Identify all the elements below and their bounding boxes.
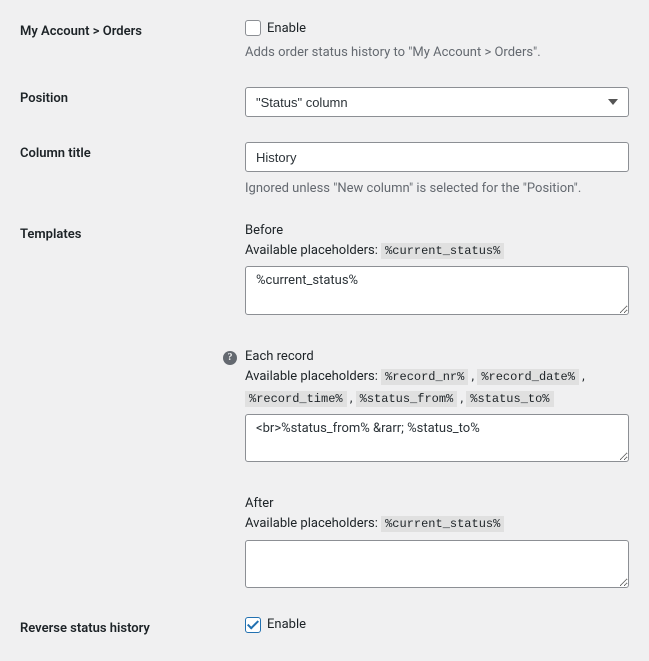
placeholder-prefix: Available placeholders: bbox=[245, 243, 381, 258]
label-col: My Account > Orders bbox=[20, 20, 245, 39]
my-account-orders-enable-checkbox[interactable] bbox=[245, 20, 261, 36]
placeholder-code: %status_from% bbox=[356, 391, 458, 407]
enable-label: Enable bbox=[267, 21, 306, 36]
template-each-record-placeholders: Available placeholders: %record_nr% , %r… bbox=[245, 366, 629, 410]
placeholder-prefix: Available placeholders: bbox=[245, 516, 381, 531]
my-account-orders-description: Adds order status history to "My Account… bbox=[245, 44, 629, 62]
help-icon[interactable]: ? bbox=[223, 351, 237, 365]
placeholder-code: %record_nr% bbox=[381, 369, 468, 385]
template-after-textarea[interactable] bbox=[245, 540, 629, 588]
template-each-record-title: Each record bbox=[245, 349, 629, 364]
label-col: Column title bbox=[20, 142, 245, 161]
template-each-record-block: ? Each record Available placeholders: %r… bbox=[245, 349, 629, 467]
placeholder-code: %current_status% bbox=[381, 243, 504, 259]
position-label: Position bbox=[20, 91, 68, 106]
field-col: Enable Adds order status history to "My … bbox=[245, 20, 629, 62]
position-select[interactable]: "Status" column bbox=[245, 87, 629, 117]
reverse-history-label: Reverse status history bbox=[20, 621, 150, 636]
label-col: Templates bbox=[20, 223, 245, 242]
field-col: "Status" column bbox=[245, 87, 629, 117]
my-account-orders-label: My Account > Orders bbox=[20, 24, 142, 39]
template-each-record-textarea[interactable] bbox=[245, 414, 629, 462]
field-col: Enable bbox=[245, 617, 629, 633]
label-col: Reverse status history bbox=[20, 617, 245, 636]
enable-checkbox-wrapper: Enable bbox=[245, 617, 629, 633]
field-col: Ignored unless "New column" is selected … bbox=[245, 142, 629, 198]
row-position: Position "Status" column bbox=[20, 77, 629, 132]
template-after-block: After Available placeholders: %current_s… bbox=[245, 496, 629, 591]
field-col: Before Available placeholders: %current_… bbox=[245, 223, 629, 592]
template-before-block: Before Available placeholders: %current_… bbox=[245, 223, 629, 318]
enable-label: Enable bbox=[267, 617, 306, 632]
templates-label: Templates bbox=[20, 227, 81, 242]
label-col: Position bbox=[20, 87, 245, 106]
template-after-title: After bbox=[245, 496, 629, 511]
template-before-textarea[interactable] bbox=[245, 266, 629, 314]
template-before-title: Before bbox=[245, 223, 629, 238]
placeholder-prefix: Available placeholders: bbox=[245, 369, 381, 384]
reverse-history-enable-checkbox[interactable] bbox=[245, 617, 261, 633]
placeholder-code: %current_status% bbox=[381, 516, 504, 532]
placeholder-code: %status_to% bbox=[466, 391, 553, 407]
column-title-input[interactable] bbox=[245, 142, 629, 172]
row-reverse-history: Reverse status history Enable bbox=[20, 607, 629, 651]
enable-checkbox-wrapper: Enable bbox=[245, 20, 629, 36]
row-my-account-orders: My Account > Orders Enable Adds order st… bbox=[20, 10, 629, 77]
column-title-description: Ignored unless "New column" is selected … bbox=[245, 180, 629, 198]
template-after-placeholders: Available placeholders: %current_status% bbox=[245, 513, 629, 535]
template-before-placeholders: Available placeholders: %current_status% bbox=[245, 240, 629, 262]
column-title-label: Column title bbox=[20, 146, 91, 161]
placeholder-code: %record_time% bbox=[245, 391, 347, 407]
row-column-title: Column title Ignored unless "New column"… bbox=[20, 132, 629, 213]
row-templates: Templates Before Available placeholders:… bbox=[20, 213, 629, 607]
settings-form: My Account > Orders Enable Adds order st… bbox=[20, 10, 629, 651]
placeholder-code: %record_date% bbox=[477, 369, 579, 385]
